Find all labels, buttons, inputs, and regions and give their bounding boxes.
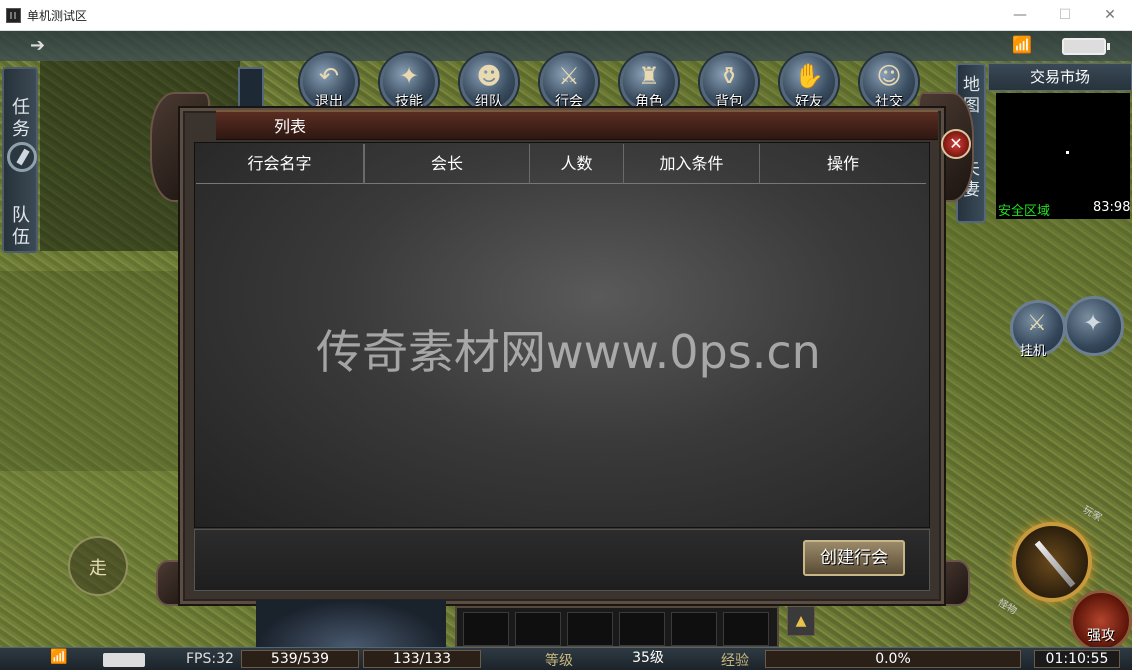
- menu-button-group[interactable]: ☻ 组队: [460, 53, 518, 111]
- skill-slot[interactable]: [515, 612, 561, 646]
- hud-wifi-icon: 📶: [50, 649, 68, 665]
- skill-bar: [455, 606, 779, 648]
- skill-icon: ✦: [398, 62, 420, 90]
- strong-attack-label: 强攻: [1087, 628, 1115, 644]
- window-titlebar: 单机测试区 — ☐ ✕: [0, 0, 1132, 31]
- left-side-tabs: 任务 队伍: [2, 67, 38, 253]
- menu-button-friends[interactable]: ✋ 好友: [780, 53, 838, 111]
- shuriken-skill-button[interactable]: ✦: [1064, 296, 1124, 356]
- wifi-icon: 📶: [1012, 35, 1032, 54]
- friends-icon: ✋: [794, 62, 824, 90]
- tab-team[interactable]: 队伍: [12, 205, 32, 249]
- character-icon: ♜: [638, 62, 660, 90]
- hp-value: 539/539: [241, 650, 359, 668]
- window-title: 单机测试区: [27, 9, 88, 23]
- exp-label: 经验: [721, 653, 749, 669]
- player-coords: 83:98: [1093, 200, 1131, 215]
- menu-button-bag[interactable]: ⚱ 背包: [700, 53, 758, 111]
- menu-button-skill[interactable]: ✦ 技能: [380, 53, 438, 111]
- exp-value: 0.0%: [765, 650, 1021, 668]
- strong-attack-button[interactable]: 强攻: [1070, 590, 1132, 652]
- dialog-header: [216, 110, 938, 140]
- close-dialog-button[interactable]: ✕: [941, 129, 971, 159]
- column-header-members: 人数: [530, 144, 624, 184]
- skill-slot[interactable]: [671, 612, 717, 646]
- player-marker-icon: [1066, 151, 1069, 154]
- tab-task[interactable]: 任务: [12, 97, 32, 141]
- walk-label: 走: [89, 558, 107, 579]
- minimize-button[interactable]: —: [997, 0, 1043, 31]
- skill-slot[interactable]: [723, 612, 769, 646]
- hud-battery-icon: [103, 653, 145, 667]
- close-window-button[interactable]: ✕: [1087, 0, 1132, 31]
- dialog-title: 列表: [274, 117, 307, 136]
- menu-button-guild[interactable]: ⚔ 行会: [540, 53, 598, 111]
- skill-slot[interactable]: [463, 612, 509, 646]
- bag-icon: ⚱: [718, 62, 740, 90]
- zone-status: 安全区域: [998, 204, 1051, 219]
- expand-skills-icon[interactable]: ▲: [787, 606, 815, 636]
- column-header-leader: 会长: [364, 144, 530, 184]
- shuriken-icon: ✦: [1083, 309, 1104, 337]
- create-guild-button[interactable]: 创建行会: [803, 540, 905, 576]
- game-clock: 01:10:55: [1034, 650, 1120, 668]
- maximize-button[interactable]: ☐: [1042, 0, 1088, 31]
- menu-button-character[interactable]: ♜ 角色: [620, 53, 678, 111]
- skill-slot[interactable]: [567, 612, 613, 646]
- compass-icon[interactable]: [7, 142, 37, 172]
- fps-counter: FPS:32: [186, 651, 234, 667]
- auto-battle-label: 挂机: [1020, 344, 1047, 359]
- column-header-action: 操作: [760, 144, 926, 184]
- crossed-swords-icon: ⚔: [1027, 311, 1047, 336]
- map-title: 交易市场: [988, 63, 1132, 91]
- watermark-text: 传奇素材网www.0ps.cn: [316, 325, 821, 379]
- menu-button-exit[interactable]: ↶ 退出: [300, 53, 358, 111]
- guild-icon: ⚔: [558, 62, 580, 90]
- level-label: 等级: [545, 653, 573, 669]
- battery-icon: [1062, 38, 1110, 55]
- exit-icon: ↶: [318, 62, 340, 90]
- level-value: 35级: [632, 650, 664, 666]
- walk-button[interactable]: 走: [68, 536, 128, 596]
- character-orb: [256, 600, 446, 648]
- attack-button[interactable]: [1012, 522, 1092, 602]
- menu-button-social[interactable]: ☺ 社交: [860, 53, 918, 111]
- group-icon: ☻: [476, 62, 502, 90]
- skill-slot[interactable]: [619, 612, 665, 646]
- expand-arrow-icon[interactable]: ➔: [30, 35, 45, 56]
- sword-icon: [1034, 540, 1076, 588]
- app-icon: [6, 8, 21, 23]
- mp-value: 133/133: [363, 650, 481, 668]
- social-icon: ☺: [876, 62, 902, 90]
- terrain-shadow: [0, 271, 180, 471]
- column-header-guild-name: 行会名字: [196, 144, 364, 184]
- column-header-join-condition: 加入条件: [624, 144, 760, 184]
